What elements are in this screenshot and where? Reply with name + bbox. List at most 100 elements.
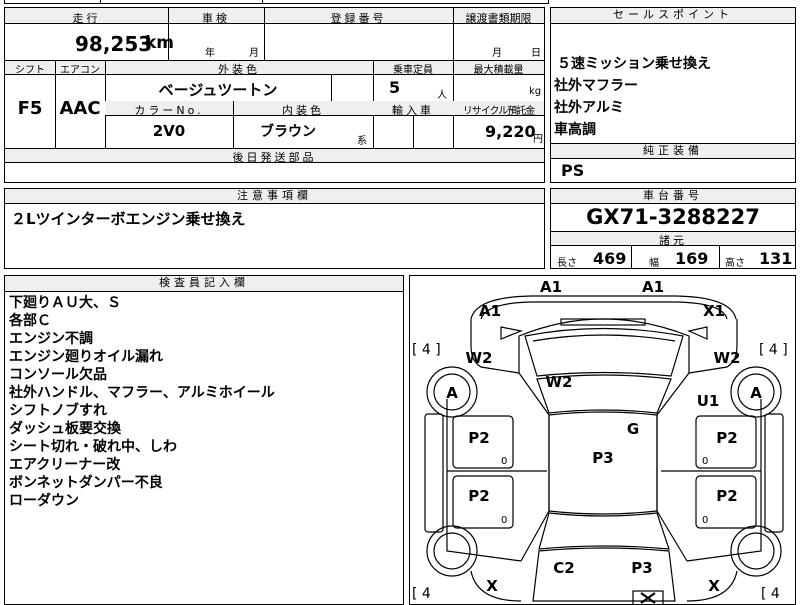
top-fragment-divider-2 <box>262 0 263 4</box>
max-load-unit: kg <box>529 86 542 97</box>
mark-p2-left-front: P2 <box>468 429 489 447</box>
mark-a1-front-left: A1 <box>479 302 501 320</box>
mark-a1-left: A1 <box>540 278 562 296</box>
wheel-rear-right-inner <box>737 532 775 570</box>
width-value: 169 <box>675 249 709 268</box>
inspector-note: ダッシュ板要交換 <box>9 421 121 437</box>
inspector-notes-box: 検査員記入欄 下廻りＡＵ大、Ｓ 各部Ｃ エンジン不調 エンジン廻りオイル漏れ コ… <box>4 275 404 605</box>
body-right-side <box>686 399 762 562</box>
transfer-month: 月 <box>492 48 502 59</box>
rear-window-outline <box>538 512 670 550</box>
hood-outline <box>524 327 684 377</box>
tire-tread-front-left: [ 4 ] <box>412 342 441 358</box>
mark-x1-front-right: X1 <box>703 302 725 320</box>
mark-w2-right: W2 <box>714 349 741 367</box>
max-load-label: 最大積載量 <box>473 65 524 76</box>
wheel-rear-left-inner <box>433 532 471 570</box>
mark-p2-left-rear: P2 <box>468 487 489 505</box>
mark-w2-center: W2 <box>546 373 573 391</box>
mark-p2-right-rear: P2 <box>716 487 737 505</box>
mark-zero: 0 <box>702 515 708 526</box>
mark-a1-right: A1 <box>642 278 664 296</box>
inspector-note: 各部Ｃ <box>9 313 51 329</box>
inspector-note: ローダウン <box>9 493 79 509</box>
inspector-note: ボンネットダンパー不良 <box>9 475 163 491</box>
recycle-deposit-value: 9,220 <box>485 122 536 141</box>
inspector-note: エンジン廻りオイル漏れ <box>9 349 163 365</box>
mark-c2: C2 <box>553 559 574 577</box>
mark-wheel-front-right: A <box>750 384 762 402</box>
sales-point-item: 社外マフラー <box>554 78 638 94</box>
aircon-label: エアコン <box>60 65 100 76</box>
mirror-right <box>687 326 708 340</box>
inspector-note: シフトノブすれ <box>9 403 107 419</box>
top-fragment-divider <box>100 0 101 4</box>
mark-wheel-front-left: A <box>446 384 458 402</box>
divider <box>264 8 265 60</box>
recycle-deposit-label: リサイクル預託金 <box>462 106 536 117</box>
mark-zero: 0 <box>702 456 708 467</box>
genuine-equipment-title: 純正装備 <box>551 144 795 159</box>
divider <box>631 246 632 268</box>
mileage-value: 98,253 <box>75 32 153 56</box>
interior-color-label: 内装色 <box>282 104 324 117</box>
chassis-number: GX71-3288227 <box>586 205 760 229</box>
inspection-label: 車検 <box>202 12 230 25</box>
inspector-note: コンソール欠品 <box>9 367 107 383</box>
inspector-notes-list: 下廻りＡＵ大、Ｓ 各部Ｃ エンジン不調 エンジン廻りオイル漏れ コンソール欠品 … <box>9 294 275 510</box>
interior-color-value: ブラウン <box>260 124 316 140</box>
inspector-notes-title: 検査員記入欄 <box>5 276 403 292</box>
height-value: 131 <box>759 249 793 268</box>
transfer-day: 日 <box>531 48 541 59</box>
capacity-value: 5 <box>389 78 401 97</box>
body-left-side <box>446 399 522 562</box>
color-no-value: 2V0 <box>152 122 186 140</box>
mileage-label: 走行 <box>72 12 101 25</box>
mark-zero: 0 <box>501 456 507 467</box>
exterior-color-label: 外装色 <box>218 63 260 76</box>
inspector-note: シート切れ・破れ中、しわ <box>9 439 177 455</box>
sales-point-item: 車高調 <box>554 122 596 138</box>
mark-g: G <box>627 420 639 438</box>
recycle-deposit-unit: 円 <box>533 134 543 145</box>
mark-x-right: X <box>708 577 720 595</box>
exterior-color-value: ベージュツートン <box>158 81 278 99</box>
mark-w2-left: W2 <box>466 349 493 367</box>
mileage-unit: km <box>145 33 175 53</box>
car-diagram-box: A1 A1 A1 X1 W2 W2 W2 A A U1 G P2 P2 P3 P… <box>409 275 796 605</box>
aircon-value: AAC <box>59 98 101 119</box>
skirt-left <box>424 413 444 533</box>
divider <box>413 116 414 148</box>
shift-label: シフト <box>15 65 45 76</box>
color-no-label: カラーNo. <box>134 104 204 117</box>
sales-points-title: セールスポイント <box>551 8 795 24</box>
length-label: 長さ <box>557 258 577 269</box>
top-fragment-box <box>4 0 549 4</box>
front-bumper-inner <box>480 301 728 320</box>
inspector-note: 下廻りＡＵ大、Ｓ <box>9 295 121 311</box>
mark-u1: U1 <box>697 392 720 410</box>
caution-title: 注意事項欄 <box>5 189 544 204</box>
inspector-note: エアクリーナー改 <box>9 457 121 473</box>
divider <box>719 246 720 268</box>
capacity-unit: 人 <box>437 90 447 101</box>
hood-inner <box>532 334 676 342</box>
front-bumper-outline <box>470 295 737 320</box>
mark-p3-roof: P3 <box>592 449 613 467</box>
inspection-month: 月 <box>249 48 259 59</box>
front-plate <box>560 318 646 326</box>
divider <box>331 75 332 101</box>
registration-label: 登録番号 <box>330 12 387 25</box>
mark-zero: 0 <box>501 515 507 526</box>
inspector-note: 社外ハンドル、マフラー、アルミホイール <box>9 385 275 401</box>
mirror-left <box>500 326 524 340</box>
transfer-deadline-label: 譲渡書類期限 <box>465 12 532 25</box>
sales-point-item: 社外アルミ <box>554 100 624 116</box>
inspection-year: 年 <box>205 48 215 59</box>
width-label: 幅 <box>649 258 659 269</box>
sales-points-box: セールスポイント ５速ミッション乗せ換え 社外マフラー 社外アルミ 車高調 <box>550 7 796 144</box>
sales-point-item: ５速ミッション乗せ換え <box>557 56 711 72</box>
spec-table: 走行 車検 登録番号 譲渡書類期限 98,253 km 年 月 月 日 シフト … <box>4 7 545 183</box>
divider <box>453 8 454 60</box>
length-value: 469 <box>593 249 627 268</box>
